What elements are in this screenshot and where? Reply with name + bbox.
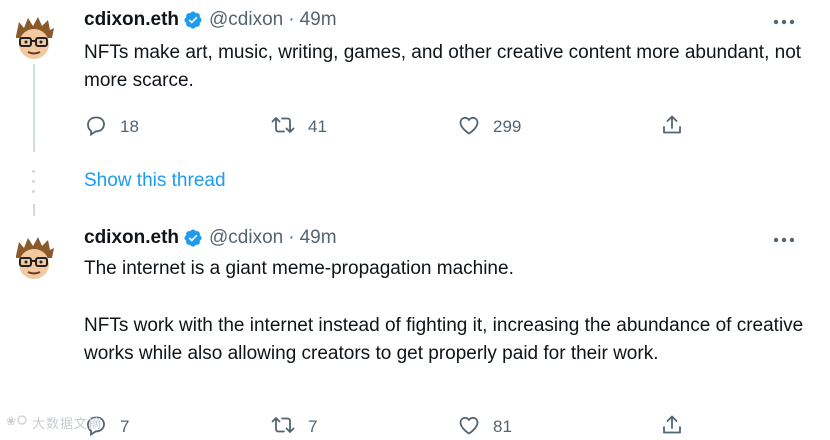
- tweet-paragraph: The internet is a giant meme-propagation…: [84, 258, 514, 279]
- retweet-icon: [270, 413, 296, 440]
- show-thread-link[interactable]: Show this thread: [84, 170, 226, 192]
- reply-button[interactable]: 18: [84, 114, 139, 140]
- watermark-text: 大数据文摘: [32, 415, 103, 431]
- tweet-text: The internet is a giant meme-propagation…: [84, 255, 804, 368]
- thread-connector-dot: [32, 180, 35, 183]
- tweet-actions: 18 41 299: [84, 114, 804, 140]
- separator-dot: ·: [288, 9, 295, 30]
- separator-dot: ·: [288, 227, 295, 248]
- thread-connector-dot: [32, 170, 35, 173]
- author-handle[interactable]: @cdixon: [209, 227, 283, 249]
- more-dots-icon[interactable]: [770, 10, 798, 34]
- tweet-header: cdixon.eth @cdixon · 49m: [84, 8, 337, 32]
- reply-icon: [84, 113, 108, 142]
- verified-badge-icon: [183, 228, 203, 248]
- tweet-paragraph: NFTs work with the internet instead of f…: [84, 315, 804, 364]
- like-count: 299: [493, 117, 522, 136]
- retweet-button[interactable]: 41: [270, 114, 327, 140]
- author-name[interactable]: cdixon.eth: [84, 227, 179, 249]
- tweet-header: cdixon.eth @cdixon · 49m: [84, 226, 337, 250]
- share-icon: [660, 413, 684, 440]
- like-button[interactable]: 299: [457, 114, 521, 140]
- author-handle[interactable]: @cdixon: [209, 9, 283, 31]
- reply-count: 7: [120, 417, 130, 436]
- reply-count: 18: [120, 117, 139, 136]
- author-name[interactable]: cdixon.eth: [84, 9, 179, 31]
- verified-badge-icon: [183, 10, 203, 30]
- retweet-count: 41: [308, 117, 327, 136]
- retweet-count: 7: [308, 417, 318, 436]
- share-button[interactable]: [660, 414, 684, 440]
- like-button[interactable]: 81: [457, 414, 512, 440]
- like-count: 81: [493, 417, 512, 436]
- thread-connector-dot: [32, 190, 35, 193]
- watermark: ❀ 大数据文摘: [6, 412, 102, 432]
- heart-icon: [457, 113, 481, 142]
- tweet-actions: 7 7 81: [84, 414, 804, 440]
- timestamp[interactable]: 49m: [300, 9, 337, 31]
- timestamp[interactable]: 49m: [300, 227, 337, 249]
- avatar[interactable]: [10, 234, 58, 282]
- thread-connector-line: [33, 64, 35, 152]
- retweet-button[interactable]: 7: [270, 414, 317, 440]
- thread-connector-line: [33, 204, 35, 216]
- tweet-paragraph: NFTs make art, music, writing, games, an…: [84, 42, 802, 91]
- avatar[interactable]: [10, 14, 58, 62]
- more-dots-icon[interactable]: [770, 228, 798, 252]
- retweet-icon: [270, 113, 296, 142]
- share-button[interactable]: [660, 114, 684, 140]
- share-icon: [660, 113, 684, 142]
- watermark-logo-icon: ❀: [6, 413, 28, 432]
- heart-icon: [457, 413, 481, 440]
- tweet-text: NFTs make art, music, writing, games, an…: [84, 39, 804, 95]
- svg-text:❀: ❀: [6, 414, 16, 427]
